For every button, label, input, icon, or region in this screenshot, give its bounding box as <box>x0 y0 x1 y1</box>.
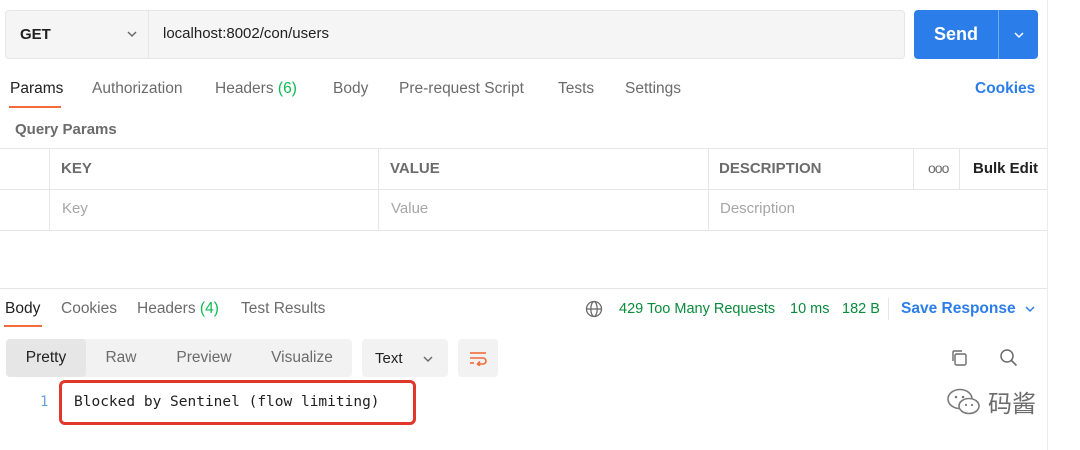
send-options-button[interactable] <box>998 10 1038 59</box>
format-select[interactable]: Text <box>362 339 448 377</box>
url-input[interactable]: localhost:8002/con/users <box>163 25 329 42</box>
chevron-down-icon <box>127 31 137 38</box>
request-bar: GET localhost:8002/con/users <box>5 10 905 59</box>
bulk-edit-button[interactable]: Bulk Edit <box>973 160 1038 177</box>
cookies-link[interactable]: Cookies <box>975 80 1035 98</box>
table-col-divider <box>708 148 709 230</box>
table-col-divider <box>913 148 914 189</box>
chevron-down-icon <box>423 356 433 363</box>
table-col-divider <box>378 148 379 230</box>
view-mode-raw[interactable]: Raw <box>86 339 156 377</box>
chevron-down-icon <box>1025 306 1035 313</box>
active-tab-indicator <box>9 106 61 108</box>
chevron-down-icon <box>1013 31 1024 38</box>
search-icon[interactable] <box>999 348 1018 367</box>
status-divider <box>888 298 889 320</box>
send-button[interactable]: Send <box>914 10 1038 59</box>
column-header-description: DESCRIPTION <box>719 160 822 177</box>
table-border-top <box>0 148 1047 149</box>
copy-icon[interactable] <box>950 349 968 367</box>
watermark: 码酱 <box>946 384 1036 419</box>
response-tab-cookies[interactable]: Cookies <box>61 300 117 318</box>
response-tab-test-results[interactable]: Test Results <box>241 300 325 318</box>
response-time[interactable]: 10 ms <box>790 301 830 317</box>
table-col-divider <box>49 148 50 230</box>
table-border-bottom <box>0 230 1047 231</box>
wechat-icon <box>947 388 980 414</box>
query-params-title: Query Params <box>15 121 117 138</box>
view-mode-visualize[interactable]: Visualize <box>252 339 352 377</box>
tab-params[interactable]: Params <box>10 80 63 98</box>
response-tab-headers-label: Headers <box>137 300 196 317</box>
line-number: 1 <box>40 394 49 410</box>
tab-body[interactable]: Body <box>333 80 368 98</box>
headers-count: (6) <box>277 80 297 97</box>
column-header-value: VALUE <box>390 160 440 177</box>
wrap-lines-button[interactable] <box>458 339 498 377</box>
response-divider <box>0 288 1047 289</box>
tab-pre-request-script[interactable]: Pre-request Script <box>399 80 524 98</box>
panel-edge <box>1047 0 1048 450</box>
active-response-tab-indicator <box>4 325 42 327</box>
table-border-mid <box>0 189 1047 190</box>
highlight-annotation <box>59 380 416 425</box>
view-mode-segmented-control: Pretty Raw Preview Visualize <box>6 339 352 377</box>
table-col-divider <box>959 148 960 189</box>
tab-headers-label: Headers <box>215 80 274 97</box>
more-options-icon[interactable]: ooo <box>928 160 949 176</box>
response-tab-body[interactable]: Body <box>5 300 40 318</box>
view-mode-pretty[interactable]: Pretty <box>6 339 86 377</box>
view-mode-preview[interactable]: Preview <box>156 339 252 377</box>
tab-authorization[interactable]: Authorization <box>92 80 182 98</box>
tab-headers[interactable]: Headers (6) <box>215 80 297 98</box>
method-select[interactable]: GET <box>6 11 149 58</box>
response-tab-headers[interactable]: Headers (4) <box>137 300 219 318</box>
tab-tests[interactable]: Tests <box>558 80 594 98</box>
status-code[interactable]: 429 Too Many Requests <box>619 301 775 317</box>
save-response-label: Save Response <box>901 300 1016 317</box>
description-input[interactable]: Description <box>720 200 795 217</box>
save-response-button[interactable]: Save Response <box>901 300 1036 318</box>
value-input[interactable]: Value <box>391 200 428 217</box>
tab-settings[interactable]: Settings <box>625 80 681 98</box>
send-label: Send <box>933 24 978 44</box>
globe-icon[interactable] <box>585 300 603 318</box>
watermark-text: 码酱 <box>988 391 1036 418</box>
format-label: Text <box>375 349 403 367</box>
response-headers-count: (4) <box>199 300 219 317</box>
key-input[interactable]: Key <box>62 200 88 217</box>
response-size[interactable]: 182 B <box>842 301 880 317</box>
method-label: GET <box>20 26 51 43</box>
wrap-lines-icon <box>470 352 487 366</box>
column-header-key: KEY <box>61 160 92 177</box>
